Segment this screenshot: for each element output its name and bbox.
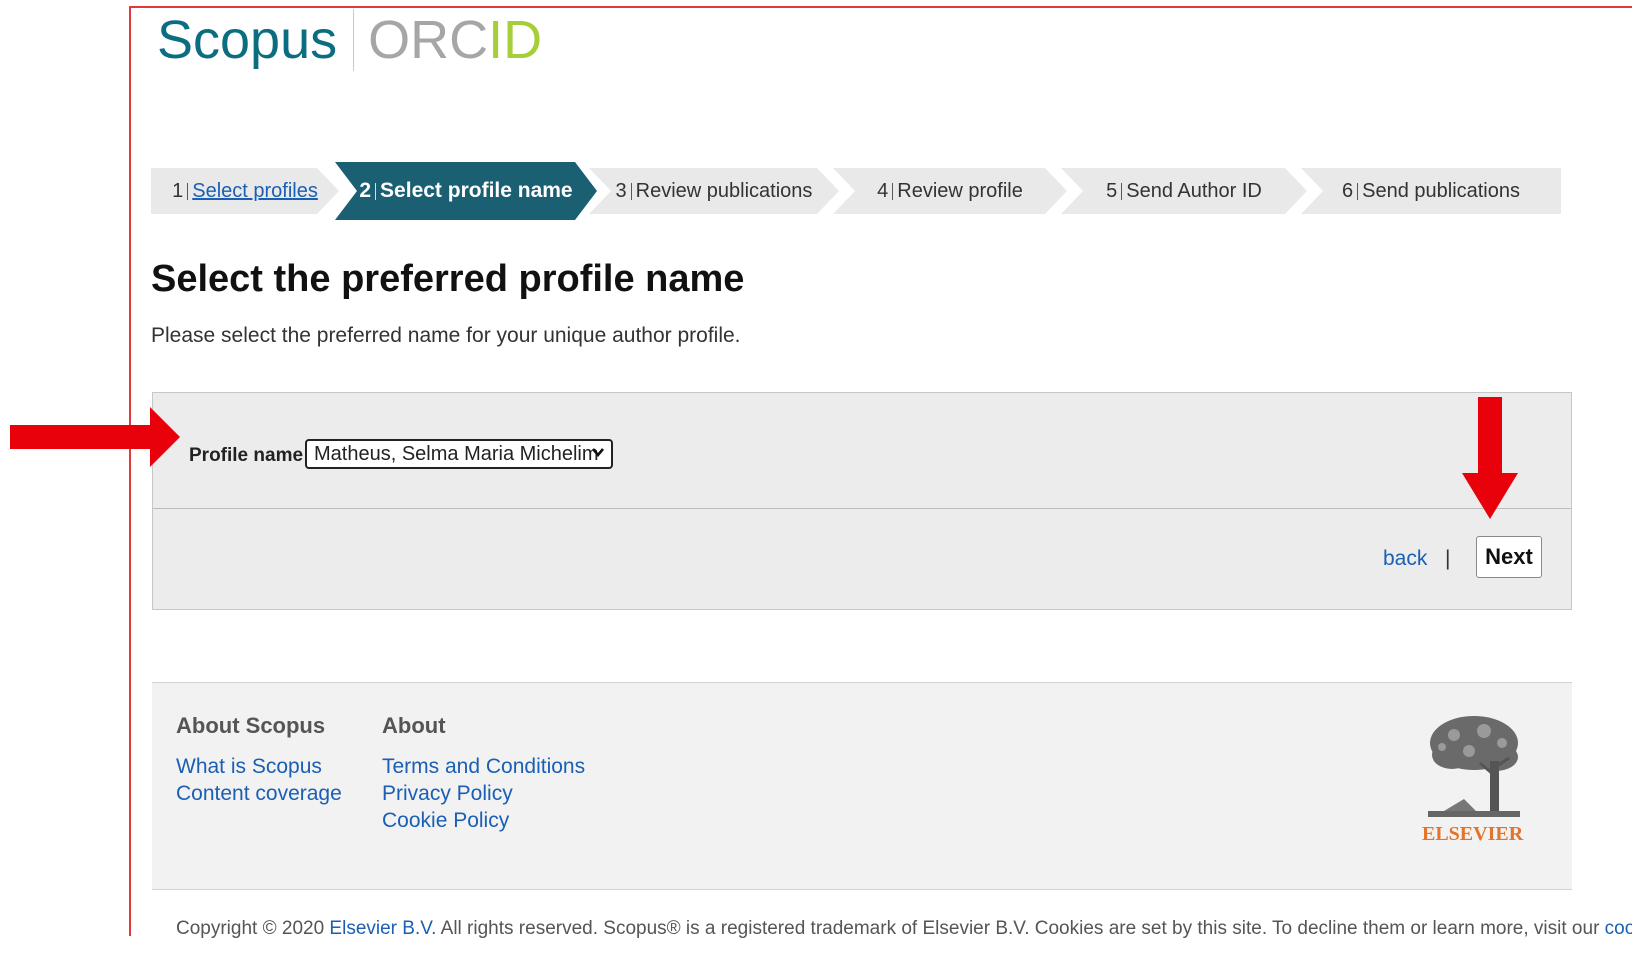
chevron-down-icon (591, 445, 605, 462)
scopus-orcid-logo: Scopus ORC ID (157, 4, 542, 76)
footer: About Scopus What is Scopus Content cove… (152, 682, 1572, 890)
step-separator (1121, 183, 1122, 200)
step-link-select-profiles[interactable]: Select profiles (192, 180, 318, 203)
form-divider (153, 508, 1571, 509)
annotation-arrow-right (10, 407, 180, 467)
step-review-publications: 3 Review publications (589, 168, 839, 214)
step-separator (375, 183, 376, 200)
logo-scopus-text: Scopus (157, 10, 338, 70)
step-select-profiles[interactable]: 1 Select profiles (151, 168, 339, 214)
footer-heading: About (382, 713, 446, 738)
step-separator (631, 183, 632, 200)
step-label: Review publications (635, 179, 813, 202)
step-label: Send publications (1362, 179, 1520, 202)
step-select-profile-name: 2 Select profile name (335, 162, 597, 220)
step-label: Select profile name (380, 179, 573, 202)
step-label: Send Author ID (1126, 179, 1262, 202)
next-button[interactable]: Next (1476, 536, 1542, 578)
step-label: Review profile (897, 179, 1023, 202)
logo-orc-text: ORC (368, 10, 489, 70)
footer-link-privacy[interactable]: Privacy Policy (382, 780, 585, 807)
step-number: 4 (877, 179, 889, 202)
copyright-prefix: Copyright © 2020 (176, 918, 330, 939)
profile-name-label: Profile name (189, 445, 304, 466)
profile-name-selected-value: Matheus, Selma Maria Michelim (314, 442, 599, 465)
step-number: 1 (172, 179, 184, 202)
footer-about-scopus: About Scopus What is Scopus Content cove… (176, 713, 342, 807)
step-separator (1357, 182, 1359, 200)
logo-id-text: ID (488, 10, 543, 70)
footer-link-terms[interactable]: Terms and Conditions (382, 753, 585, 780)
step-number: 6 (1341, 179, 1354, 202)
page-title: Select the preferred profile name (151, 258, 745, 300)
nav-separator: | (1445, 547, 1451, 570)
copyright-middle: All rights reserved. Scopus® is a regist… (436, 918, 1605, 939)
footer-link-what-is-scopus[interactable]: What is Scopus (176, 753, 342, 780)
back-link[interactable]: back (1383, 547, 1427, 571)
step-number: 3 (615, 179, 627, 202)
page-description: Please select the preferred name for you… (151, 324, 741, 347)
step-number: 2 (359, 179, 372, 202)
footer-about: About Terms and Conditions Privacy Polic… (382, 713, 585, 834)
footer-link-cookie[interactable]: Cookie Policy (382, 807, 585, 834)
annotation-arrow-down (1462, 397, 1518, 519)
elsevier-wordmark: ELSEVIER (1422, 823, 1524, 845)
profile-name-select[interactable]: Matheus, Selma Maria Michelim (305, 439, 613, 469)
step-review-profile: 4 Review profile (833, 168, 1067, 214)
footer-heading: About Scopus (176, 713, 326, 738)
step-number: 5 (1106, 179, 1118, 202)
copyright-link-elsevier[interactable]: Elsevier B.V. (329, 918, 436, 939)
copyright-link-cookie[interactable]: cookie (1605, 918, 1632, 939)
step-separator (187, 183, 188, 200)
step-send-publications: 6 Send publications (1301, 168, 1561, 214)
progress-stepper: 1 Select profiles 2 Select profile name 3R… (151, 162, 1561, 220)
copyright-text: Copyright © 2020 Elsevier B.V. All right… (176, 918, 1632, 940)
step-send-author-id: 5 Send Author ID (1061, 168, 1307, 214)
footer-link-content-coverage[interactable]: Content coverage (176, 780, 342, 807)
logo-divider (353, 9, 355, 71)
profile-name-form: Profile name Matheus, Selma Maria Michel… (152, 392, 1572, 610)
step-separator (892, 183, 893, 200)
